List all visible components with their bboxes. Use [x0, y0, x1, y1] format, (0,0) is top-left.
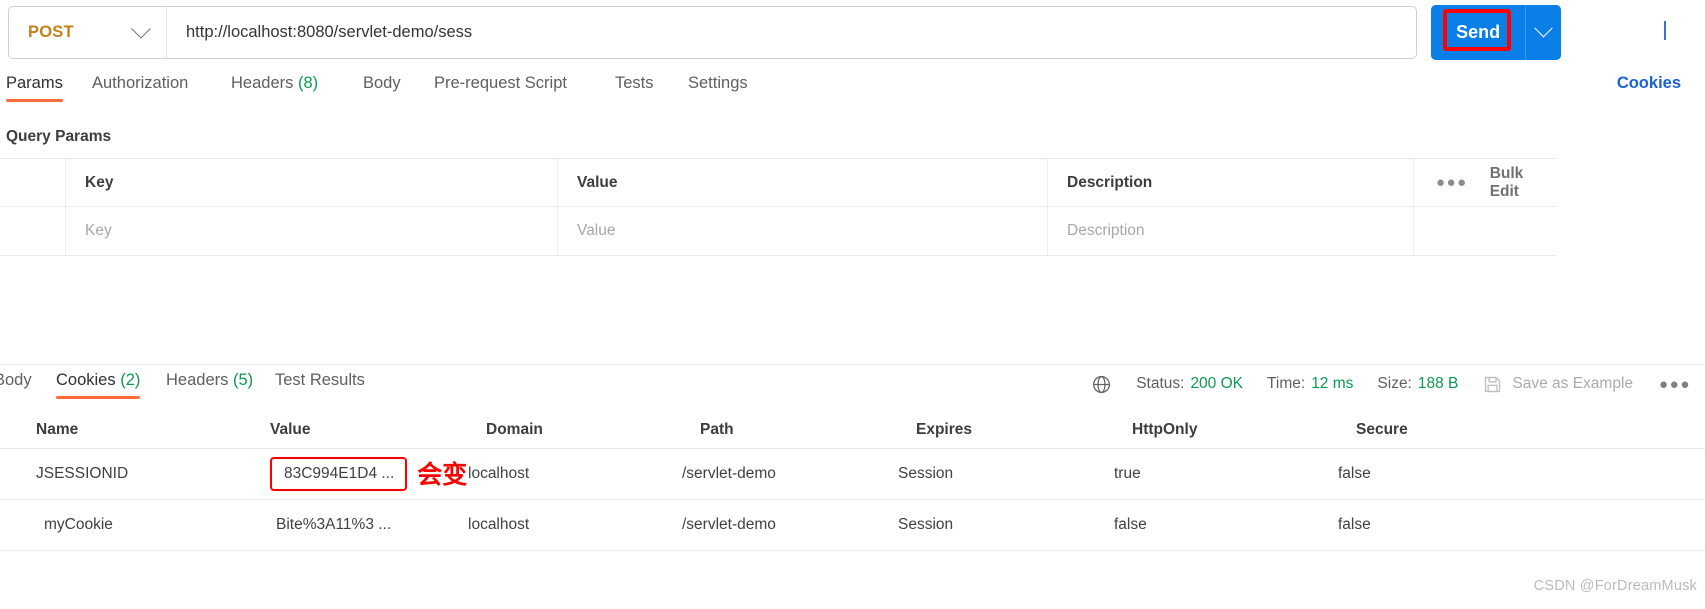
size-label: Size:: [1377, 375, 1412, 392]
cookie-expires: Session: [898, 465, 954, 482]
select-all-cell: [0, 159, 66, 206]
tab-pre-request-script[interactable]: Pre-request Script: [434, 74, 567, 102]
chevron-down-icon: [1534, 19, 1553, 38]
tab-tests[interactable]: Tests: [615, 74, 654, 102]
response-tab-headers[interactable]: Headers (5): [166, 371, 253, 399]
tab-label: Test Results: [275, 371, 365, 389]
placeholder-text: Key: [85, 222, 112, 239]
tab-settings[interactable]: Settings: [688, 74, 748, 102]
url-input[interactable]: [167, 6, 1416, 59]
table-row: JSESSIONID 83C994E1D4 ... 会变 localhost /…: [0, 449, 1705, 500]
size-value: 188 B: [1417, 375, 1459, 392]
response-tab-body[interactable]: Body: [0, 371, 32, 399]
chevron-down-icon: [131, 18, 151, 39]
response-separator: [0, 364, 1705, 365]
tab-label: Params: [6, 74, 63, 92]
column-header-value: Value: [558, 159, 1048, 206]
cookie-domain: localhost: [468, 465, 530, 482]
table-actions-cell: ●●● Bulk Edit: [1414, 159, 1556, 206]
send-button[interactable]: Send: [1431, 5, 1526, 60]
placeholder-text: Value: [577, 222, 616, 239]
cookie-value-cell: 83C994E1D4 ... 会变: [270, 457, 486, 491]
cookie-httponly: true: [1114, 465, 1141, 482]
query-params-table: Key Value Description ●●● Bulk Edit Key …: [0, 158, 1556, 256]
tab-label: Settings: [688, 74, 748, 92]
query-params-title: Query Params: [6, 128, 112, 145]
response-meta-bar: Status: 200 OK Time: 12 ms Size: 188 B S…: [1067, 371, 1691, 397]
table-row: myCookie Bite%3A11%3 ... localhost /serv…: [0, 500, 1705, 551]
save-disk-icon[interactable]: [1482, 374, 1503, 395]
time-label: Time:: [1267, 375, 1306, 392]
tab-label: Tests: [615, 74, 654, 92]
tab-body[interactable]: Body: [363, 74, 401, 102]
table-header-row: Key Value Description ●●● Bulk Edit: [0, 159, 1556, 207]
request-tabs: Params Authorization Headers (8) Body Pr…: [0, 74, 1705, 118]
send-button-group: Send: [1431, 5, 1561, 60]
cookie-value: Bite%3A11%3 ...: [276, 516, 392, 533]
tab-label: Body: [0, 371, 32, 389]
tab-count: (5): [232, 371, 254, 389]
cookies-link[interactable]: Cookies: [1617, 74, 1681, 93]
watermark: CSDN @ForDreamMusk: [1533, 578, 1697, 594]
tab-count: (8): [297, 74, 319, 92]
column-header-key: Key: [66, 159, 558, 206]
table-row: Key Value Description: [0, 207, 1556, 255]
param-value-input[interactable]: Value: [558, 207, 1048, 255]
ellipsis-icon[interactable]: ●●●: [1436, 174, 1468, 191]
column-header-httponly: HttpOnly: [1132, 421, 1198, 438]
time-value: 12 ms: [1311, 375, 1354, 392]
response-tab-test-results[interactable]: Test Results: [275, 371, 365, 399]
status-value: 200 OK: [1190, 375, 1243, 392]
cookie-name: JSESSIONID: [36, 465, 129, 482]
http-method-label: POST: [28, 23, 74, 41]
tab-headers[interactable]: Headers (8): [231, 74, 318, 102]
bulk-edit-button[interactable]: Bulk Edit: [1490, 165, 1556, 201]
tab-count: (2): [120, 371, 141, 389]
request-url-bar: POST Send: [0, 0, 1705, 66]
http-method-select[interactable]: POST: [9, 7, 167, 58]
tab-params[interactable]: Params: [6, 74, 63, 102]
column-header-domain: Domain: [486, 421, 543, 438]
placeholder-text: Description: [1067, 222, 1145, 239]
cookie-httponly: false: [1114, 516, 1147, 533]
column-header-value: Value: [270, 421, 311, 438]
column-header-secure: Secure: [1356, 421, 1408, 438]
param-key-input[interactable]: Key: [66, 207, 558, 255]
response-tab-cookies[interactable]: Cookies (2): [56, 371, 141, 399]
response-cookies-table: Name Value Domain Path Expires HttpOnly …: [0, 412, 1705, 551]
url-input-container: POST: [8, 6, 1417, 59]
save-as-example-button[interactable]: Save as Example: [1512, 375, 1633, 393]
tab-label: Headers: [231, 74, 294, 92]
column-header-path: Path: [700, 421, 734, 438]
row-actions-cell: [1414, 207, 1556, 255]
tab-label: Cookies: [56, 371, 116, 389]
tab-label: Pre-request Script: [434, 74, 567, 92]
column-header-description: Description: [1048, 159, 1414, 206]
send-options-button[interactable]: [1525, 5, 1561, 60]
cookie-path: /servlet-demo: [682, 516, 776, 533]
panel-collapse-button[interactable]: [1664, 21, 1666, 40]
chevron-down-icon: [1664, 21, 1666, 40]
param-description-input[interactable]: Description: [1048, 207, 1414, 255]
row-checkbox-cell[interactable]: [0, 207, 66, 255]
annotation-text: 会变: [417, 459, 468, 489]
tab-authorization[interactable]: Authorization: [92, 74, 188, 102]
tab-label: Headers: [166, 371, 229, 389]
tab-label: Authorization: [92, 74, 189, 92]
cookie-domain: localhost: [468, 516, 530, 533]
cookie-path: /servlet-demo: [682, 465, 776, 482]
cookie-name: myCookie: [44, 516, 113, 533]
ellipsis-icon[interactable]: ●●●: [1659, 376, 1691, 393]
status-label: Status:: [1136, 375, 1185, 392]
cookie-value-highlighted: 83C994E1D4 ...: [270, 457, 408, 491]
cookie-expires: Session: [898, 516, 954, 533]
column-header-expires: Expires: [916, 421, 973, 438]
table-header-row: Name Value Domain Path Expires HttpOnly …: [0, 412, 1705, 449]
tab-label: Body: [363, 74, 401, 92]
cookie-secure: false: [1338, 516, 1371, 533]
cookie-secure: false: [1338, 465, 1371, 482]
column-header-name: Name: [36, 421, 79, 438]
globe-icon[interactable]: [1091, 374, 1112, 395]
